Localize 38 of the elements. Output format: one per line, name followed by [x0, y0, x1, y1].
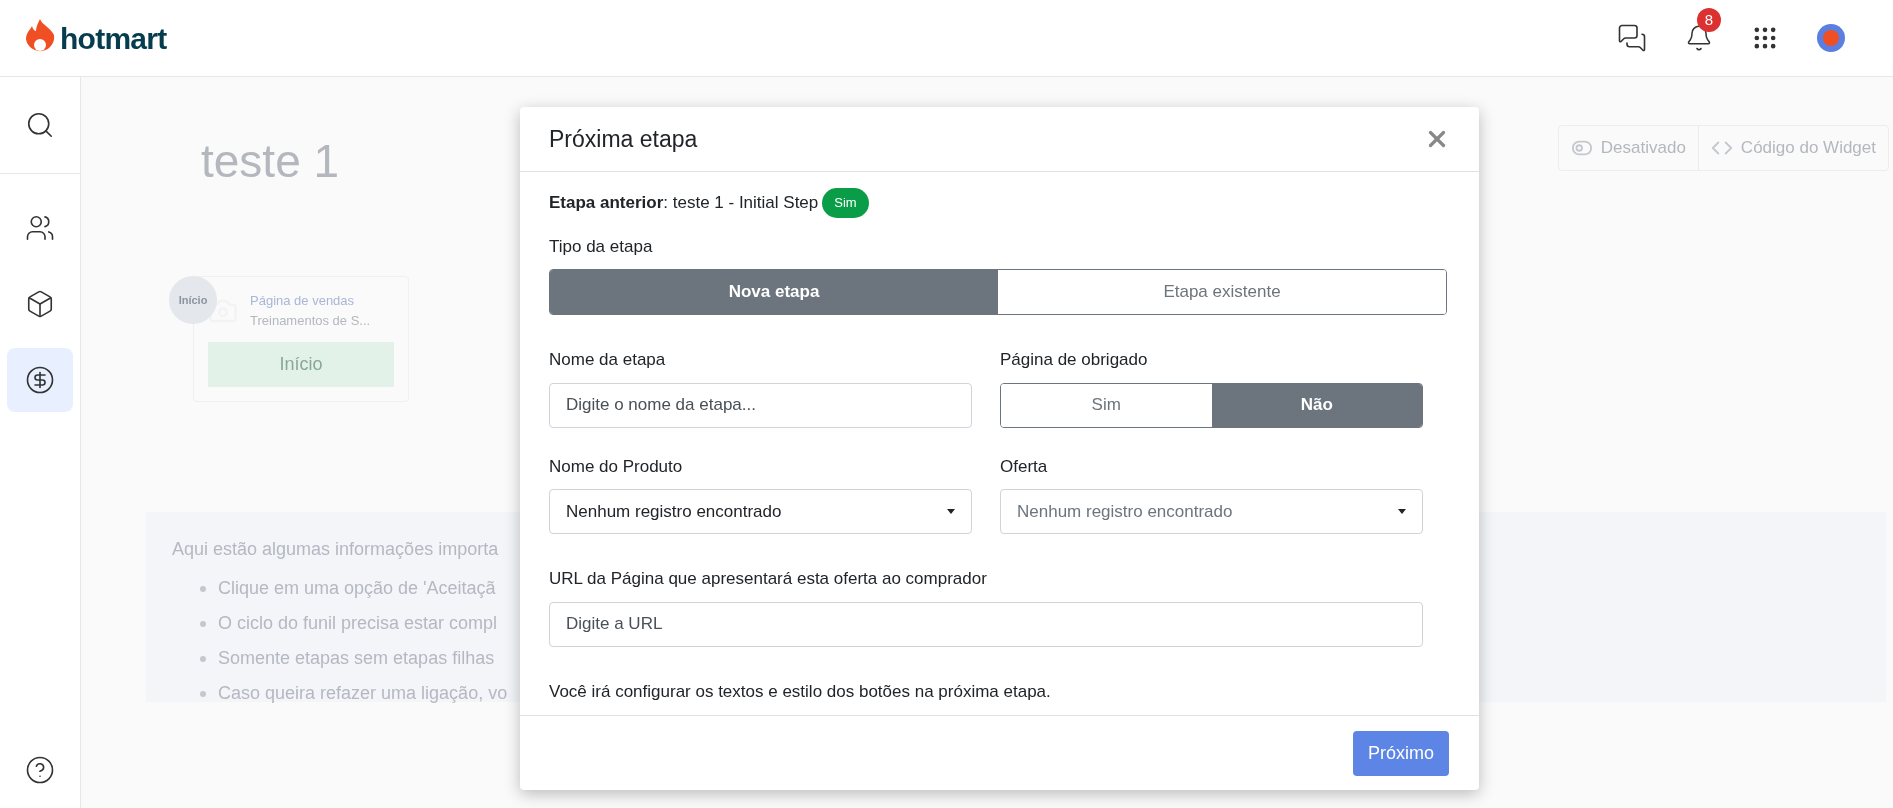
search-icon	[25, 110, 55, 140]
info-bullet: Somente etapas sem etapas filhas	[218, 647, 495, 670]
users-icon	[25, 213, 55, 243]
help-icon	[25, 755, 55, 785]
field-label: Página de obrigado	[1000, 349, 1149, 371]
field-label: Nome da etapa	[549, 349, 667, 371]
previous-step-badge: Sim	[822, 188, 869, 218]
step-name-field[interactable]: Digite o nome da etapa...	[549, 382, 972, 428]
caret-icon	[1398, 509, 1406, 514]
next-button[interactable]: Próximo	[1353, 730, 1449, 776]
field-label: URL da Página que apresentará esta oferta ao comprador	[549, 568, 988, 590]
avatar[interactable]	[1817, 24, 1845, 52]
previous-step-text: Etapa anterior: teste 1 - Initial Step	[549, 192, 819, 214]
info-bullet: Clique em uma opção de 'Aceitaçã	[218, 577, 496, 600]
notification-count: 8	[1697, 8, 1721, 32]
dollar-icon	[25, 365, 55, 395]
field-label: Oferta	[1000, 455, 1049, 478]
notification-icon[interactable]	[1685, 24, 1713, 52]
segment-option[interactable]: Não	[1211, 383, 1422, 427]
url-field[interactable]: Digite a URL	[549, 601, 1423, 647]
select-field[interactable]: Nenhum registro encontrado	[549, 489, 972, 534]
modal-title: Próxima etapa	[549, 124, 698, 154]
chat-icon[interactable]	[1617, 23, 1647, 53]
caret-icon	[947, 509, 955, 514]
note-text: Você irá configurar os textos e estilo dos botões na próxima etapa.	[549, 680, 1052, 703]
field-label: Nome do Produto	[549, 455, 684, 478]
step-subtitle: Treinamentos de S...	[250, 311, 371, 330]
dollar-nav-item[interactable]	[7, 348, 73, 412]
logo-text: hotmart	[60, 20, 167, 57]
start-badge: Início	[169, 276, 217, 324]
step-title: Página de vendas	[250, 292, 356, 310]
box-icon	[25, 289, 55, 319]
info-intro: Aqui estão algumas informações importa	[172, 538, 500, 561]
info-bullet: O ciclo do funil precisa estar compl	[218, 612, 498, 635]
page-title: teste 1	[201, 134, 340, 189]
info-bullet: Caso queira refazer uma ligação, vo	[218, 682, 508, 705]
segment-option[interactable]: Nova etapa	[550, 270, 998, 314]
field-label: Tipo da etapa	[549, 235, 654, 258]
